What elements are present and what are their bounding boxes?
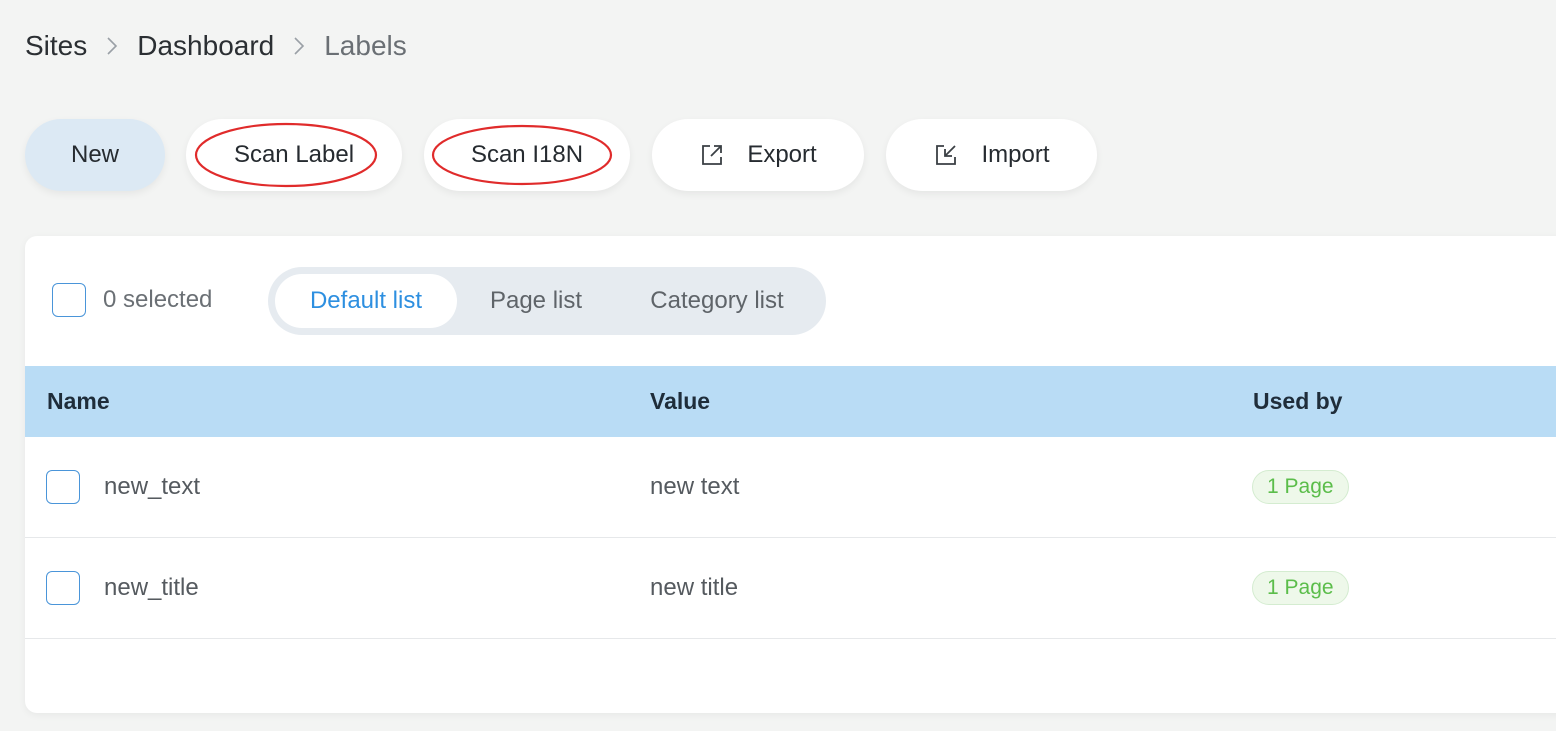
new-button-label: New bbox=[70, 141, 119, 168]
cell-name: new_title bbox=[104, 574, 199, 601]
import-arrow-icon bbox=[933, 142, 959, 168]
row-checkbox[interactable] bbox=[46, 571, 80, 605]
used-by-badge[interactable]: 1 Page bbox=[1252, 470, 1349, 504]
external-link-icon bbox=[699, 142, 725, 168]
import-button-label: Import bbox=[981, 141, 1050, 168]
labels-card: 0 selected Default list Page list Catego… bbox=[25, 236, 1556, 713]
cell-value: new text bbox=[650, 473, 740, 500]
cell-value: new title bbox=[650, 574, 739, 601]
breadcrumb-sites[interactable]: Sites bbox=[25, 30, 87, 62]
chevron-right-icon bbox=[274, 36, 324, 56]
export-button[interactable]: Export bbox=[652, 119, 864, 191]
table-row[interactable]: new_text new text 1 Page bbox=[25, 437, 1556, 538]
breadcrumb-dashboard[interactable]: Dashboard bbox=[137, 30, 274, 62]
tab-category-list[interactable]: Category list bbox=[615, 274, 819, 328]
import-button[interactable]: Import bbox=[886, 119, 1097, 191]
column-header-value[interactable]: Value bbox=[650, 388, 710, 415]
column-header-name[interactable]: Name bbox=[47, 388, 110, 415]
export-button-label: Export bbox=[747, 141, 817, 168]
scan-i18n-button-label: Scan I18N bbox=[470, 141, 584, 168]
list-view-tabs: Default list Page list Category list bbox=[268, 267, 826, 335]
scan-label-button-label: Scan Label bbox=[233, 141, 355, 168]
used-by-badge[interactable]: 1 Page bbox=[1252, 571, 1349, 605]
tab-page-list[interactable]: Page list bbox=[457, 274, 615, 328]
row-checkbox[interactable] bbox=[46, 470, 80, 504]
scan-i18n-button[interactable]: Scan I18N bbox=[424, 119, 630, 191]
select-all-checkbox[interactable] bbox=[52, 283, 86, 317]
list-filter-bar: 0 selected Default list Page list Catego… bbox=[25, 236, 1556, 366]
column-header-used-by[interactable]: Used by bbox=[1253, 388, 1342, 415]
selected-count: 0 selected bbox=[103, 286, 213, 313]
breadcrumb: Sites Dashboard Labels bbox=[25, 26, 407, 66]
cell-name: new_text bbox=[104, 473, 201, 500]
new-button[interactable]: New bbox=[25, 119, 165, 191]
table-header: Name Value Used by bbox=[25, 366, 1556, 437]
scan-label-button[interactable]: Scan Label bbox=[186, 119, 402, 191]
toolbar: New Scan Label Scan I18N Export Import bbox=[25, 119, 1097, 191]
tab-default-list[interactable]: Default list bbox=[275, 274, 457, 328]
chevron-right-icon bbox=[87, 36, 137, 56]
table-row[interactable]: new_title new title 1 Page bbox=[25, 538, 1556, 639]
breadcrumb-labels: Labels bbox=[324, 30, 407, 61]
